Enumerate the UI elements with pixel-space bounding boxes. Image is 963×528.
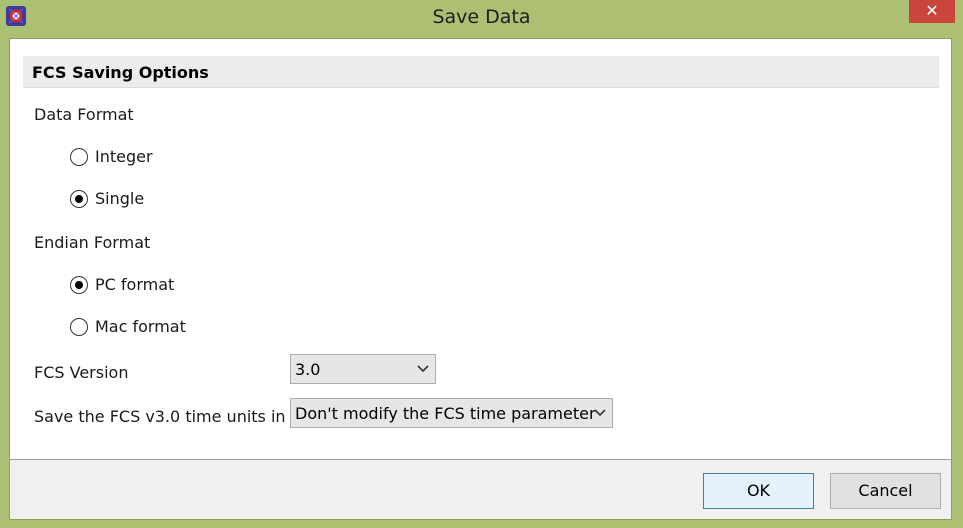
close-icon: ✕: [925, 1, 939, 20]
title-bar[interactable]: Save Data ✕: [0, 0, 963, 36]
time-units-label: Save the FCS v3.0 time units in: [34, 407, 286, 426]
time-units-value: Don't modify the FCS time parameter: [295, 404, 596, 423]
radio-button[interactable]: [70, 190, 88, 208]
radio-mac-format-label[interactable]: Mac format: [95, 317, 186, 336]
options-panel: FCS Saving Options Data Format Integer S…: [10, 39, 951, 460]
section-title: FCS Saving Options: [32, 63, 209, 82]
cancel-button[interactable]: Cancel: [830, 473, 941, 509]
data-format-label: Data Format: [34, 105, 134, 124]
window-title: Save Data: [432, 6, 531, 28]
radio-single-label[interactable]: Single: [95, 189, 144, 208]
radio-selected-dot: [75, 195, 83, 203]
close-button[interactable]: ✕: [909, 0, 955, 23]
radio-button[interactable]: [70, 276, 88, 294]
radio-selected-dot: [75, 281, 83, 289]
fcs-version-value: 3.0: [295, 360, 321, 379]
radio-integer-label[interactable]: Integer: [95, 147, 153, 166]
fcs-version-select[interactable]: 3.0: [290, 354, 436, 384]
radio-button[interactable]: [70, 148, 88, 166]
chevron-down-icon: [594, 409, 606, 417]
ok-button[interactable]: OK: [703, 473, 814, 509]
endian-format-label: Endian Format: [34, 233, 151, 252]
chevron-down-icon: [417, 365, 429, 373]
radio-button[interactable]: [70, 318, 88, 336]
time-units-select[interactable]: Don't modify the FCS time parameter: [290, 398, 613, 428]
fcs-version-label: FCS Version: [34, 363, 129, 382]
dialog-body: FCS Saving Options Data Format Integer S…: [9, 38, 952, 520]
section-header: FCS Saving Options: [23, 56, 939, 88]
radio-pc-format-label[interactable]: PC format: [95, 275, 174, 294]
